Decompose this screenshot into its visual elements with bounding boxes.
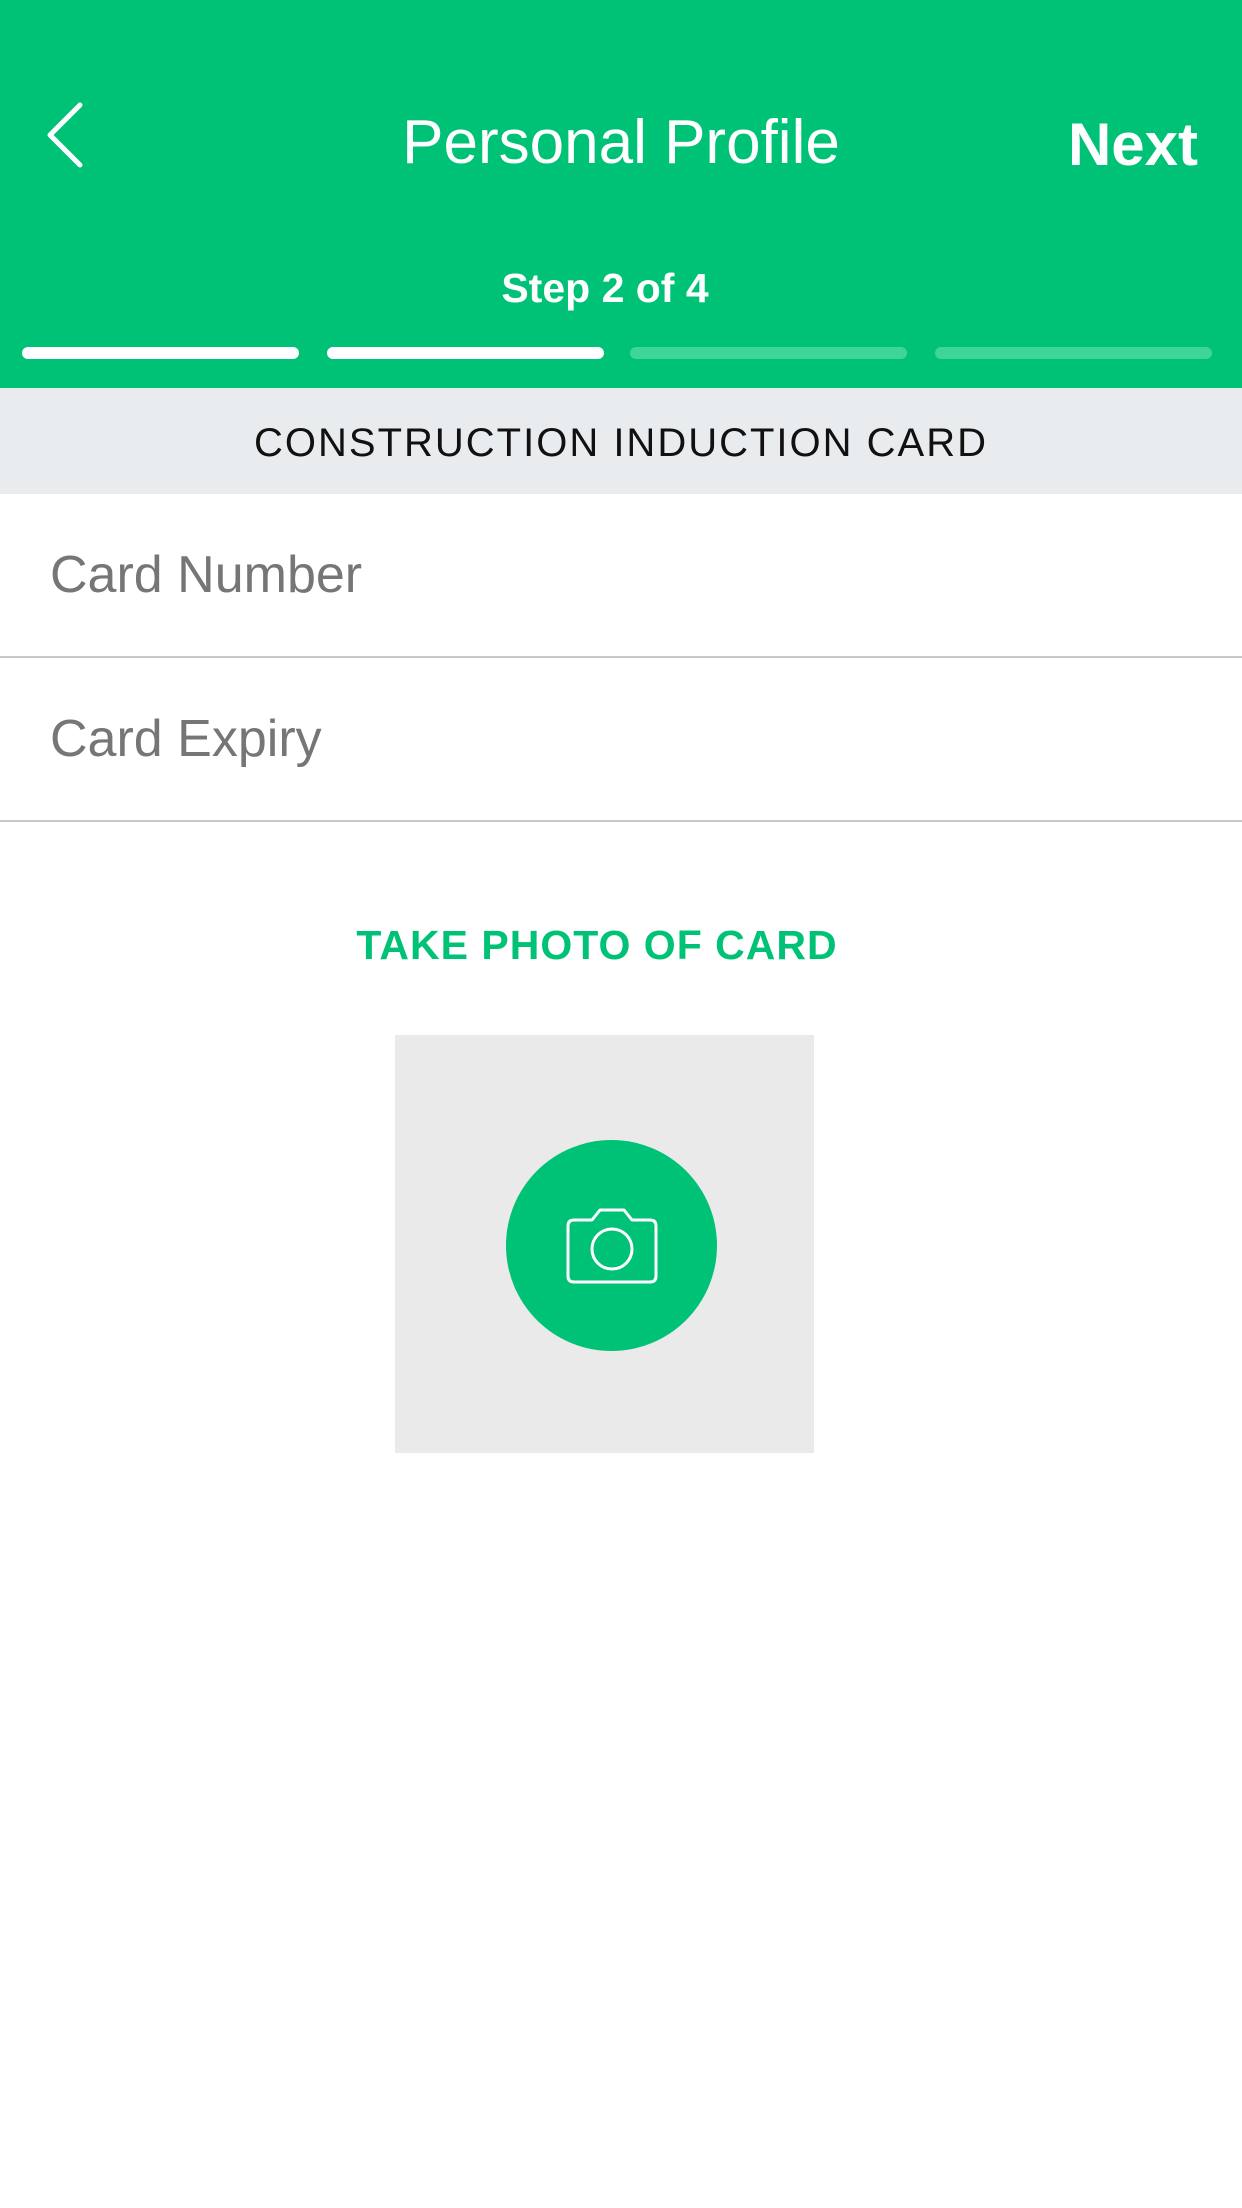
progress-segment-4 <box>935 347 1212 359</box>
next-button[interactable]: Next <box>1068 100 1198 190</box>
card-expiry-input[interactable] <box>50 658 1200 820</box>
progress-segment-1 <box>22 347 299 359</box>
card-expiry-row <box>0 658 1242 822</box>
step-indicator: Step 2 of 4 <box>501 265 709 311</box>
camera-icon <box>566 1208 658 1284</box>
camera-button[interactable] <box>506 1140 717 1351</box>
card-number-row <box>0 494 1242 658</box>
page-title: Personal Profile <box>402 108 840 177</box>
progress-segment-3 <box>630 347 907 359</box>
section-title: CONSTRUCTION INDUCTION CARD <box>254 421 988 465</box>
take-photo-link[interactable]: TAKE PHOTO OF CARD <box>0 912 1194 978</box>
progress-segment-2 <box>327 347 604 359</box>
header-bar: Personal Profile Next Step 2 of 4 <box>0 0 1242 388</box>
section-header: CONSTRUCTION INDUCTION CARD <box>0 388 1242 494</box>
card-number-input[interactable] <box>50 494 1200 656</box>
